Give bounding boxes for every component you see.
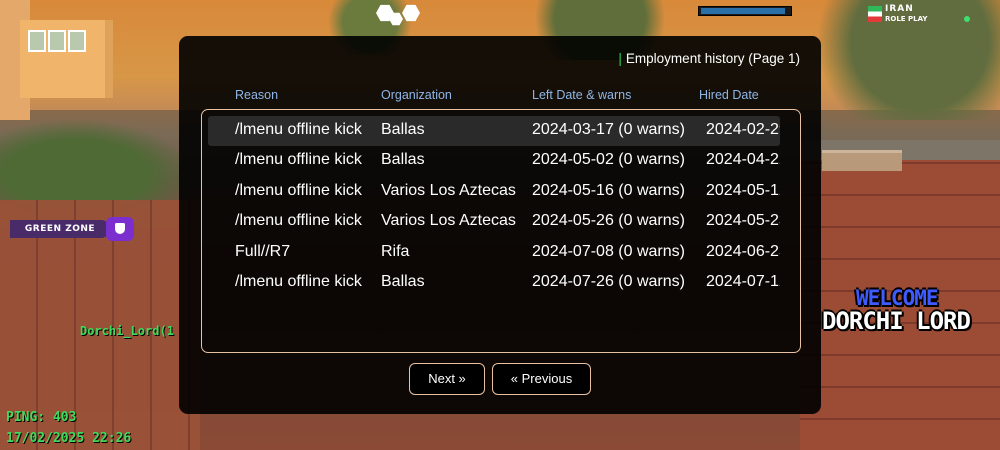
organization-cell: Ballas bbox=[381, 273, 425, 290]
building bbox=[20, 20, 113, 98]
left-date-cell: 2024-05-02 (0 warns) bbox=[532, 151, 685, 168]
previous-page-button[interactable]: « Previous bbox=[492, 363, 591, 395]
left-date-cell: 2024-07-26 (0 warns) bbox=[532, 273, 685, 290]
organization-cell: Ballas bbox=[381, 151, 425, 168]
history-table[interactable]: /lmenu offline kick Ballas 2024-03-17 (0… bbox=[201, 109, 801, 353]
server-logo: IRAN ROLE PLAY bbox=[868, 4, 930, 26]
weapon-hex-icons bbox=[376, 2, 424, 26]
hired-date-cell: 2024-02-29 bbox=[706, 121, 780, 138]
column-header-left-date: Left Date & warns bbox=[532, 88, 632, 102]
reason-cell: /lmenu offline kick bbox=[235, 121, 362, 138]
reason-cell: /lmenu offline kick bbox=[235, 182, 362, 199]
reason-cell: /lmenu offline kick bbox=[235, 212, 362, 229]
title-accent-bar: | bbox=[618, 51, 622, 66]
dialog-title: | Employment history (Page 1) bbox=[618, 51, 800, 66]
left-date-cell: 2024-05-16 (0 warns) bbox=[532, 182, 685, 199]
date-time-readout: 17/02/2025 22:26 bbox=[6, 431, 132, 446]
logo-line2: ROLE PLAY bbox=[885, 15, 928, 23]
next-page-button[interactable]: Next » bbox=[409, 363, 485, 395]
table-row[interactable]: /lmenu offline kick Varios Los Aztecas 2… bbox=[208, 177, 780, 207]
table-row[interactable]: /lmenu offline kick Ballas 2024-05-02 (0… bbox=[208, 146, 780, 176]
ping-readout: PING: 403 bbox=[6, 410, 77, 425]
hired-date-cell: 2024-04-22 bbox=[706, 151, 780, 168]
organization-cell: Varios Los Aztecas bbox=[381, 182, 516, 199]
left-date-cell: 2024-05-26 (0 warns) bbox=[532, 212, 685, 229]
hired-date-cell: 2024-07-12 bbox=[706, 273, 780, 290]
left-date-cell: 2024-03-17 (0 warns) bbox=[532, 121, 685, 138]
table-row[interactable]: /lmenu offline kick Ballas 2024-07-26 (0… bbox=[208, 268, 780, 298]
employment-history-dialog: | Employment history (Page 1) Reason Orga… bbox=[179, 36, 821, 414]
welcome-player-name: DORCHI LORD bbox=[822, 307, 971, 335]
bench bbox=[822, 150, 902, 171]
table-row[interactable]: /lmenu offline kick Ballas 2024-03-17 (0… bbox=[208, 116, 780, 146]
column-header-hired-date: Hired Date bbox=[699, 88, 759, 102]
flag-icon bbox=[868, 6, 882, 22]
player-nametag: Dorchi_Lord(1 bbox=[80, 324, 174, 338]
column-header-reason: Reason bbox=[235, 88, 279, 102]
connection-status-dot bbox=[964, 16, 970, 22]
column-header-organization: Organization bbox=[381, 88, 452, 102]
dialog-title-text: Employment history (Page 1) bbox=[625, 51, 800, 66]
shield-icon bbox=[115, 223, 125, 234]
organization-cell: Varios Los Aztecas bbox=[381, 212, 516, 229]
left-date-cell: 2024-07-08 (0 warns) bbox=[532, 243, 685, 260]
table-row[interactable]: Full//R7 Rifa 2024-07-08 (0 warns) 2024-… bbox=[208, 238, 780, 268]
organization-cell: Ballas bbox=[381, 121, 425, 138]
green-zone-badge bbox=[106, 217, 134, 241]
hired-date-cell: 2024-05-12 bbox=[706, 182, 780, 199]
palm-plant bbox=[0, 120, 190, 210]
hired-date-cell: 2024-05-23 bbox=[706, 212, 780, 229]
health-bar bbox=[698, 6, 792, 16]
reason-cell: /lmenu offline kick bbox=[235, 273, 362, 290]
organization-cell: Rifa bbox=[381, 243, 410, 260]
logo-line1: IRAN bbox=[885, 4, 914, 14]
green-zone-label: GREEN ZONE bbox=[10, 220, 110, 238]
hired-date-cell: 2024-06-23 bbox=[706, 243, 780, 260]
table-header: Reason Organization Left Date & warns Hi… bbox=[179, 88, 821, 106]
reason-cell: /lmenu offline kick bbox=[235, 151, 362, 168]
table-row[interactable]: /lmenu offline kick Varios Los Aztecas 2… bbox=[208, 207, 780, 237]
health-bar-fill bbox=[701, 8, 785, 14]
reason-cell: Full//R7 bbox=[235, 243, 291, 260]
